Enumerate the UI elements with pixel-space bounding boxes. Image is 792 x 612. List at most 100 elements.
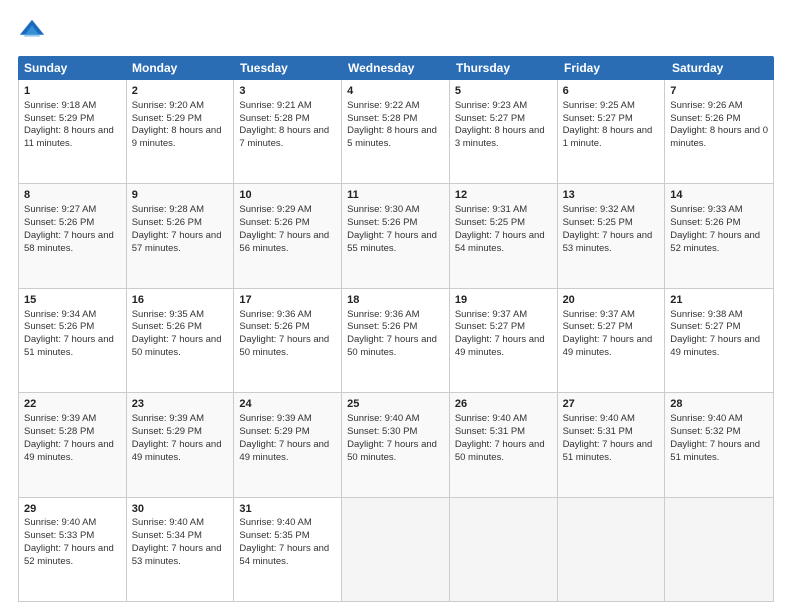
sunrise-time: Sunrise: 9:39 AM [132,413,204,424]
sunset-time: Sunset: 5:26 PM [24,217,94,228]
day-cell-24: 24Sunrise: 9:39 AMSunset: 5:29 PMDayligh… [234,393,342,496]
daylight-hours: Daylight: 7 hours and 51 minutes. [563,439,653,463]
day-cell-4: 4Sunrise: 9:22 AMSunset: 5:28 PMDaylight… [342,80,450,183]
daylight-hours: Daylight: 7 hours and 50 minutes. [132,334,222,358]
day-number: 17 [239,293,336,308]
daylight-hours: Daylight: 7 hours and 57 minutes. [132,230,222,254]
sunrise-time: Sunrise: 9:30 AM [347,204,419,215]
sunrise-time: Sunrise: 9:36 AM [239,309,311,320]
day-number: 10 [239,188,336,203]
daylight-hours: Daylight: 8 hours and 7 minutes. [239,125,329,149]
sunrise-time: Sunrise: 9:40 AM [132,517,204,528]
sunset-time: Sunset: 5:28 PM [239,113,309,124]
day-cell-12: 12Sunrise: 9:31 AMSunset: 5:25 PMDayligh… [450,184,558,287]
day-number: 29 [24,502,121,517]
calendar-week-5: 29 Sunrise: 9:40 AM Sunset: 5:33 PM Dayligh… [19,498,773,601]
day-number: 27 [563,397,660,412]
calendar-week-2: 8Sunrise: 9:27 AMSunset: 5:26 PMDaylight… [19,184,773,288]
sunrise-time: Sunrise: 9:20 AM [132,100,204,111]
day-number: 14 [670,188,768,203]
sunrise-time: Sunrise: 9:39 AM [239,413,311,424]
day-cell-28: 28Sunrise: 9:40 AMSunset: 5:32 PMDayligh… [665,393,773,496]
day-cell-1: 1Sunrise: 9:18 AMSunset: 5:29 PMDaylight… [19,80,127,183]
day-cell-14: 14Sunrise: 9:33 AMSunset: 5:26 PMDayligh… [665,184,773,287]
daylight-hours: Daylight: 7 hours and 55 minutes. [347,230,437,254]
sunset-time: Sunset: 5:26 PM [239,217,309,228]
daylight-hours: Daylight: 7 hours and 49 minutes. [24,439,114,463]
daylight-hours: Daylight: 7 hours and 53 minutes. [563,230,653,254]
sunrise-time: Sunrise: 9:40 AM [239,517,311,528]
sunset-time: Sunset: 5:33 PM [24,530,94,541]
daylight-hours: Daylight: 7 hours and 52 minutes. [24,543,114,567]
day-cell-20: 20Sunrise: 9:37 AMSunset: 5:27 PMDayligh… [558,289,666,392]
day-cell-empty [342,498,450,601]
daylight-hours: Daylight: 7 hours and 50 minutes. [347,439,437,463]
calendar-week-3: 15Sunrise: 9:34 AMSunset: 5:26 PMDayligh… [19,289,773,393]
logo [18,18,52,46]
day-number: 5 [455,84,552,99]
day-number: 3 [239,84,336,99]
sunset-time: Sunset: 5:26 PM [347,217,417,228]
day-number: 2 [132,84,229,99]
day-cell-15: 15Sunrise: 9:34 AMSunset: 5:26 PMDayligh… [19,289,127,392]
sunrise-time: Sunrise: 9:40 AM [455,413,527,424]
daylight-hours: Daylight: 7 hours and 49 minutes. [563,334,653,358]
day-cell-19: 19Sunrise: 9:37 AMSunset: 5:27 PMDayligh… [450,289,558,392]
daylight-hours: Daylight: 7 hours and 53 minutes. [132,543,222,567]
day-number: 15 [24,293,121,308]
day-number: 31 [239,502,336,517]
sunset-time: Sunset: 5:27 PM [563,113,633,124]
day-cell-empty [665,498,773,601]
daylight-hours: Daylight: 7 hours and 51 minutes. [670,439,760,463]
daylight-hours: Daylight: 7 hours and 49 minutes. [455,334,545,358]
day-cell-21: 21Sunrise: 9:38 AMSunset: 5:27 PMDayligh… [665,289,773,392]
day-cell-31: 31Sunrise: 9:40 AMSunset: 5:35 PMDayligh… [234,498,342,601]
calendar-week-1: 1Sunrise: 9:18 AMSunset: 5:29 PMDaylight… [19,80,773,184]
day-cell-9: 9Sunrise: 9:28 AMSunset: 5:26 PMDaylight… [127,184,235,287]
day-number: 21 [670,293,768,308]
calendar-body: 1Sunrise: 9:18 AMSunset: 5:29 PMDaylight… [18,80,774,602]
daylight-hours: Daylight: 7 hours and 50 minutes. [239,334,329,358]
sunset-time: Sunset: 5:29 PM [24,113,94,124]
sunset-time: Sunset: 5:26 PM [239,321,309,332]
sunset-time: Sunset: 5:31 PM [563,426,633,437]
sunset-time: Sunset: 5:26 PM [670,217,740,228]
day-cell-5: 5Sunrise: 9:23 AMSunset: 5:27 PMDaylight… [450,80,558,183]
sunset-time: Sunset: 5:29 PM [132,426,202,437]
day-cell-27: 27Sunrise: 9:40 AM Sunset: 5:31 PM Dayligh… [558,393,666,496]
sunrise-time: Sunrise: 9:40 AM [563,413,635,424]
daylight-hours: Daylight: 7 hours and 49 minutes. [239,439,329,463]
cal-header-sunday: Sunday [18,56,126,80]
sunset-time: Sunset: 5:29 PM [132,113,202,124]
sunrise-time: Sunrise: 9:40 AM [670,413,742,424]
day-cell-30: 30Sunrise: 9:40 AMSunset: 5:34 PMDayligh… [127,498,235,601]
page: SundayMondayTuesdayWednesdayThursdayFrid… [0,0,792,612]
day-cell-3: 3Sunrise: 9:21 AMSunset: 5:28 PMDaylight… [234,80,342,183]
sunset-time: Sunset: 5:28 PM [347,113,417,124]
sunset-time: Sunset: 5:28 PM [24,426,94,437]
day-number: 11 [347,188,444,203]
day-number: 18 [347,293,444,308]
day-number: 23 [132,397,229,412]
calendar: SundayMondayTuesdayWednesdayThursdayFrid… [18,56,774,602]
daylight-hours: Daylight: 7 hours and 52 minutes. [670,230,760,254]
header [18,18,774,46]
day-cell-16: 16Sunrise: 9:35 AMSunset: 5:26 PMDayligh… [127,289,235,392]
sunset-time: Sunset: 5:27 PM [670,321,740,332]
day-number: 12 [455,188,552,203]
sunset-time: Sunset: 5:27 PM [455,113,525,124]
sunset-time: Sunset: 5:25 PM [563,217,633,228]
sunrise-time: Sunrise: 9:36 AM [347,309,419,320]
cal-header-wednesday: Wednesday [342,56,450,80]
sunrise-time: Sunrise: 9:40 AM [347,413,419,424]
sunrise-time: Sunrise: 9:22 AM [347,100,419,111]
sunset-time: Sunset: 5:27 PM [455,321,525,332]
sunrise-time: Sunrise: 9:28 AM [132,204,204,215]
sunrise-time: Sunrise: 9:39 AM [24,413,96,424]
day-cell-empty [558,498,666,601]
sunset-time: Sunset: 5:29 PM [239,426,309,437]
day-cell-7: 7Sunrise: 9:26 AMSunset: 5:26 PMDaylight… [665,80,773,183]
daylight-hours: Daylight: 7 hours and 50 minutes. [455,439,545,463]
sunrise-time: Sunrise: 9:23 AM [455,100,527,111]
day-cell-23: 23Sunrise: 9:39 AMSunset: 5:29 PMDayligh… [127,393,235,496]
